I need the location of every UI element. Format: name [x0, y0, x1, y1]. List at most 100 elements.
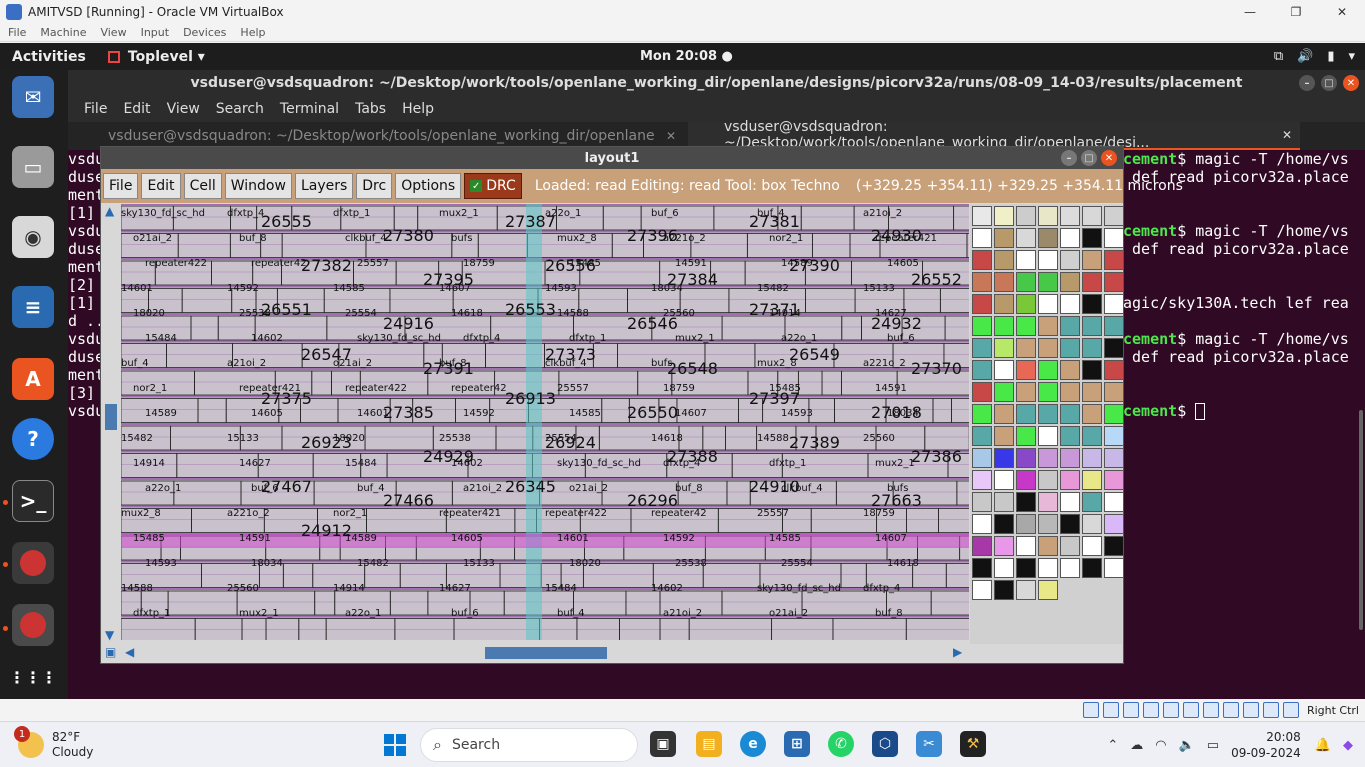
scroll-right-icon[interactable]: ▶ — [953, 645, 962, 659]
thunderbird-icon[interactable]: ✉ — [12, 76, 54, 118]
layer-swatch[interactable] — [1060, 404, 1080, 424]
terminal-menu-file[interactable]: File — [84, 101, 107, 117]
store-icon[interactable]: ⊞ — [784, 731, 810, 757]
layer-swatch[interactable] — [1104, 228, 1124, 248]
gnome-clock[interactable]: Mon 20:08 ● — [640, 49, 733, 64]
layer-swatch[interactable] — [1060, 492, 1080, 512]
layer-swatch[interactable] — [972, 558, 992, 578]
layer-swatch[interactable] — [972, 228, 992, 248]
layer-swatch[interactable] — [1060, 514, 1080, 534]
software-icon[interactable]: A — [12, 358, 54, 400]
layer-swatch[interactable] — [1038, 536, 1058, 556]
magic-vertical-scrollbar[interactable]: ▲ ▼ — [103, 204, 119, 644]
tab-close-icon[interactable]: ✕ — [666, 129, 676, 143]
vb-menu-help[interactable]: Help — [240, 26, 265, 39]
layer-swatch[interactable] — [1082, 250, 1102, 270]
layer-swatch[interactable] — [1060, 360, 1080, 380]
magic-minimize-button[interactable]: – — [1061, 150, 1077, 166]
virtualbox-taskbar-icon[interactable]: ⬡ — [872, 731, 898, 757]
layer-swatch[interactable] — [1016, 448, 1036, 468]
layer-swatch[interactable] — [1060, 470, 1080, 490]
layer-swatch[interactable] — [1060, 316, 1080, 336]
shared-folder-icon[interactable] — [1182, 702, 1199, 718]
cpu-icon[interactable] — [1242, 702, 1259, 718]
horizontal-scroll-thumb[interactable] — [485, 647, 607, 659]
layer-swatch[interactable] — [1016, 316, 1036, 336]
layer-swatch[interactable] — [1060, 294, 1080, 314]
layer-swatch[interactable] — [1082, 206, 1102, 226]
layer-swatch[interactable] — [1016, 514, 1036, 534]
vb-menu-devices[interactable]: Devices — [183, 26, 226, 39]
layer-swatch[interactable] — [972, 206, 992, 226]
layer-swatch[interactable] — [972, 514, 992, 534]
speaker-icon[interactable]: 🔈 — [1179, 738, 1195, 753]
terminal-menu-edit[interactable]: Edit — [123, 101, 150, 117]
layer-swatch[interactable] — [1038, 426, 1058, 446]
layer-swatch[interactable] — [994, 382, 1014, 402]
layer-swatch[interactable] — [1082, 426, 1102, 446]
layer-swatch[interactable] — [1016, 360, 1036, 380]
layer-swatch[interactable] — [972, 360, 992, 380]
layer-swatch[interactable] — [994, 580, 1014, 600]
layer-swatch[interactable] — [1104, 492, 1124, 512]
layer-swatch[interactable] — [1038, 228, 1058, 248]
layer-swatch[interactable] — [972, 426, 992, 446]
layer-swatch[interactable] — [972, 272, 992, 292]
layer-swatch[interactable] — [1016, 206, 1036, 226]
layer-swatch[interactable] — [994, 404, 1014, 424]
layer-swatch[interactable] — [972, 492, 992, 512]
magic-menu-drc[interactable]: Drc — [356, 173, 393, 199]
layer-swatch[interactable] — [1060, 272, 1080, 292]
vb-menu-file[interactable]: File — [8, 26, 26, 39]
vertical-scroll-thumb[interactable] — [105, 404, 117, 430]
layer-swatch[interactable] — [1082, 360, 1102, 380]
layer-swatch[interactable] — [1038, 360, 1058, 380]
layer-swatch[interactable] — [1038, 514, 1058, 534]
layer-swatch[interactable] — [1104, 404, 1124, 424]
scroll-left-icon[interactable]: ◀ — [125, 645, 134, 659]
layer-swatch[interactable] — [1082, 228, 1102, 248]
show-apps-icon[interactable]: ⋮⋮⋮ — [9, 656, 57, 698]
layer-swatch[interactable] — [972, 536, 992, 556]
magic-horizontal-scrollbar[interactable]: ▣ ◀ ▶ — [103, 645, 969, 661]
onedrive-icon[interactable]: ☁ — [1130, 738, 1143, 753]
magic-menu-cell[interactable]: Cell — [183, 173, 222, 199]
layer-swatch[interactable] — [1038, 558, 1058, 578]
layer-swatch[interactable] — [972, 470, 992, 490]
file-explorer-icon[interactable]: ▤ — [696, 731, 722, 757]
tab-close-icon[interactable]: ✕ — [1282, 128, 1292, 142]
terminal-menu-view[interactable]: View — [167, 101, 200, 117]
layer-swatch[interactable] — [1038, 338, 1058, 358]
layer-swatch[interactable] — [1082, 294, 1102, 314]
layer-swatch[interactable] — [1060, 206, 1080, 226]
mouse-integration-icon[interactable] — [1262, 702, 1279, 718]
layer-swatch[interactable] — [1104, 360, 1124, 380]
help-icon[interactable]: ? — [12, 418, 54, 460]
rhythmbox-icon[interactable]: ◉ — [12, 216, 54, 258]
layer-swatch[interactable] — [1082, 316, 1102, 336]
terminal-menu-tabs[interactable]: Tabs — [355, 101, 386, 117]
magic-menu-edit[interactable]: Edit — [141, 173, 181, 199]
terminal-menu-terminal[interactable]: Terminal — [280, 101, 339, 117]
layer-swatch[interactable] — [994, 228, 1014, 248]
layer-swatch[interactable] — [1038, 206, 1058, 226]
layer-swatch[interactable] — [1104, 294, 1124, 314]
layer-swatch[interactable] — [1082, 536, 1102, 556]
layer-swatch[interactable] — [1082, 470, 1102, 490]
layer-swatch[interactable] — [1104, 426, 1124, 446]
layer-swatch[interactable] — [972, 382, 992, 402]
layer-swatch[interactable] — [1104, 558, 1124, 578]
layer-swatch[interactable] — [1038, 492, 1058, 512]
layer-swatch[interactable] — [1082, 338, 1102, 358]
terminal-maximize-button[interactable]: □ — [1321, 75, 1337, 91]
layer-swatch[interactable] — [1038, 272, 1058, 292]
layout-canvas[interactable]: 26555 27380 27387 27396 27381 24930 27382 27395… — [121, 204, 969, 640]
layer-swatch[interactable] — [1104, 514, 1124, 534]
start-button[interactable] — [384, 734, 406, 756]
layer-swatch[interactable] — [1038, 404, 1058, 424]
taskbar-search[interactable]: ⌕ Search — [420, 728, 638, 762]
layer-swatch[interactable] — [972, 316, 992, 336]
weather-widget[interactable]: 1 82°F Cloudy — [14, 726, 93, 760]
layer-swatch[interactable] — [1104, 338, 1124, 358]
layer-swatch[interactable] — [1060, 426, 1080, 446]
